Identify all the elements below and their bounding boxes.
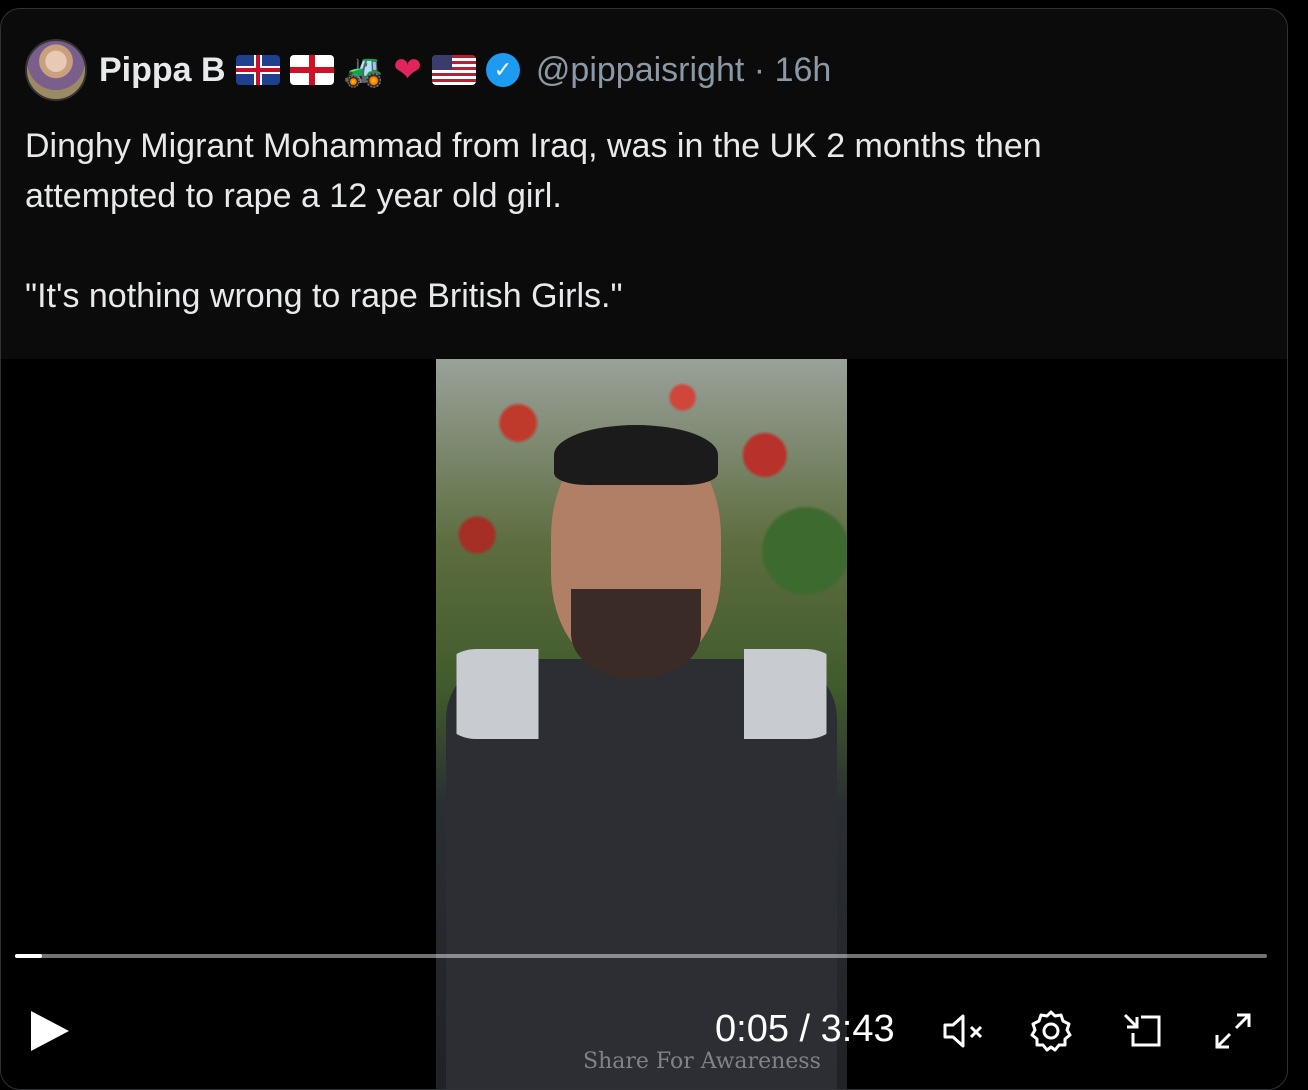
- tweet-text: Dinghy Migrant Mohammad from Iraq, was i…: [25, 121, 1265, 321]
- person-hair: [554, 425, 718, 485]
- time-separator: /: [799, 1008, 811, 1050]
- heart-icon: ❤: [393, 51, 422, 89]
- uk-flag-icon: [235, 55, 280, 85]
- time-display: 0:05 / 3:43: [715, 1008, 895, 1051]
- author-handle[interactable]: @pippaisright: [536, 51, 744, 89]
- mute-icon[interactable]: [939, 1007, 987, 1055]
- england-flag-icon: [289, 55, 334, 85]
- progress-bar[interactable]: [15, 954, 1267, 958]
- duration: 3:43: [820, 1008, 895, 1050]
- tractor-icon: 🚜: [343, 52, 384, 88]
- play-icon[interactable]: [31, 1011, 69, 1051]
- tweet-header: Pippa B 🚜 ❤ ✓ @pippaisright · 16h: [25, 39, 832, 101]
- video-controls: 0:05 / 3:43: [1, 999, 1287, 1059]
- tweet-text-line3: "It's nothing wrong to rape British Girl…: [25, 277, 623, 315]
- verified-icon[interactable]: ✓: [485, 53, 520, 87]
- video-player[interactable]: Share For Awareness 0:05 / 3:43: [1, 359, 1287, 1089]
- tweet-text-line2: attempted to rape a 12 year old girl.: [25, 177, 562, 215]
- author-name[interactable]: Pippa B: [99, 51, 226, 90]
- person-beard: [571, 589, 701, 679]
- progress-fill: [15, 954, 42, 958]
- pip-icon[interactable]: [1119, 1007, 1167, 1055]
- fullscreen-icon[interactable]: [1209, 1007, 1257, 1055]
- current-time: 0:05: [715, 1008, 789, 1050]
- us-flag-icon: [431, 55, 476, 85]
- avatar[interactable]: [25, 39, 87, 101]
- tweet-card[interactable]: Pippa B 🚜 ❤ ✓ @pippaisright · 16h Dinghy…: [0, 8, 1288, 1090]
- video-frame[interactable]: Share For Awareness: [436, 359, 847, 1089]
- tweet-text-line1: Dinghy Migrant Mohammad from Iraq, was i…: [25, 127, 1042, 165]
- post-time[interactable]: 16h: [775, 51, 832, 89]
- separator-dot: ·: [753, 50, 766, 89]
- settings-icon[interactable]: [1027, 1007, 1075, 1055]
